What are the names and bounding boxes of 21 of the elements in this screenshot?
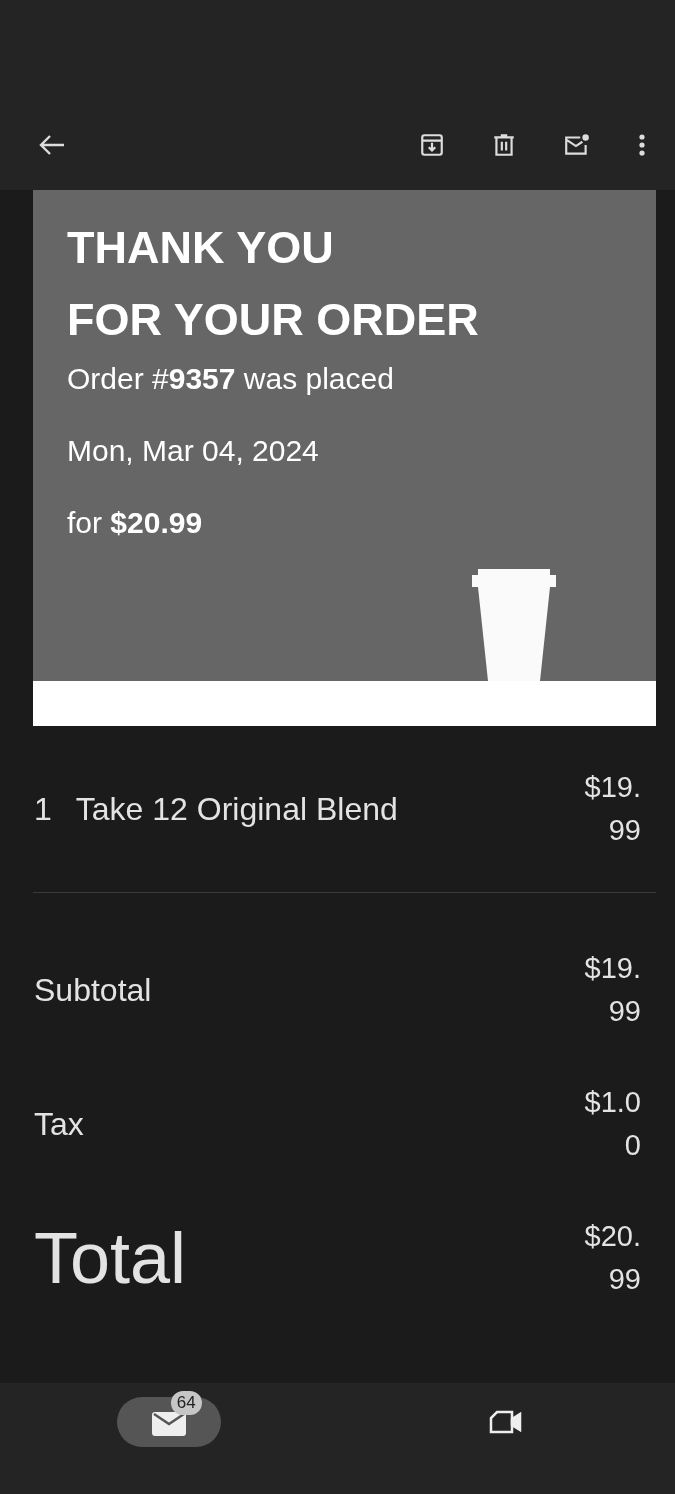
summary-label: Total [34,1217,188,1299]
item-quantity: 1 [34,790,52,828]
summary-amount: $19.99 [583,951,641,1029]
item-price: $19.99 [583,770,641,848]
summary-label: Subtotal [34,971,153,1009]
order-info: Order #9357 was placed [67,361,395,397]
order-info: for $20.99 [67,505,204,541]
order-info: Mon, Mar 04, 2024 [67,433,320,469]
delete-icon[interactable] [491,132,517,158]
back-icon[interactable] [38,133,66,157]
more-icon[interactable] [637,132,647,158]
mark-unread-icon[interactable] [563,132,591,158]
archive-icon[interactable] [419,132,445,158]
banner-title: FOR YOUR ORDER [67,293,480,347]
summary-amount: $20.99 [583,1219,641,1297]
unread-count-badge: 64 [170,1391,202,1415]
mail-tab[interactable] [116,1397,221,1447]
summary-amount: $1.00 [583,1085,641,1163]
summary-label: Tax [34,1105,85,1143]
banner-title: THANK YOU [67,221,335,275]
item-name: Take 12 Original Blend [75,790,399,828]
